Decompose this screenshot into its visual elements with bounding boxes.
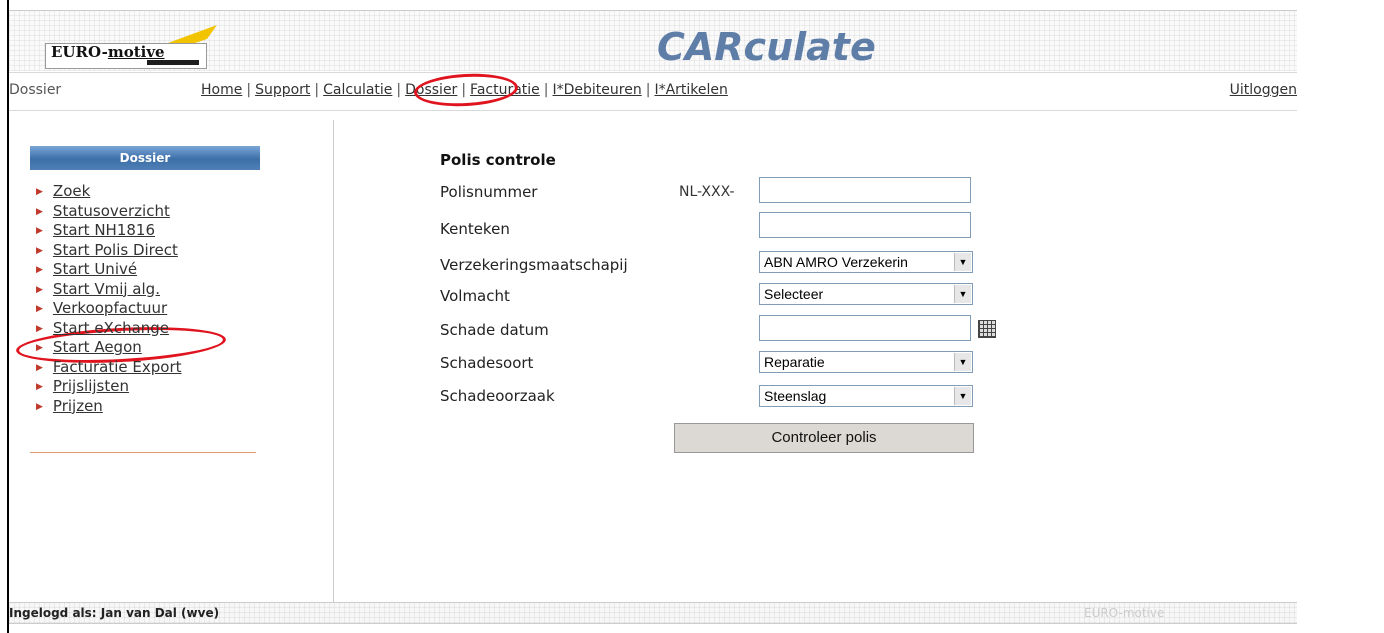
verzekeringsmaatschapij-value: ABN AMRO Verzekerin: [764, 254, 908, 270]
sidebar-item-label[interactable]: Start NH1816: [53, 221, 155, 239]
sidebar-header: Dossier: [30, 146, 260, 170]
controleer-polis-button[interactable]: Controleer polis: [674, 423, 974, 453]
nav-section-label: Dossier: [9, 82, 62, 98]
nav-links: Home | Support | Calculatie | Dossier | Facturat…: [201, 82, 728, 98]
bullet-arrow-icon: ▶: [36, 343, 43, 353]
verzekeringsmaatschapij-select[interactable]: ABN AMRO Verzekerin ▼: [759, 251, 973, 273]
sidebar-item-label[interactable]: Start Aegon: [53, 338, 142, 356]
logo-text: EURO-motive: [51, 43, 165, 61]
bullet-arrow-icon: ▶: [36, 265, 43, 275]
bullet-arrow-icon: ▶: [36, 304, 43, 314]
app-title: CARculate: [657, 25, 876, 69]
schadeoorzaak-select[interactable]: Steenslag ▼: [759, 385, 973, 407]
dropdown-arrow-icon[interactable]: ▼: [954, 353, 971, 371]
sidebar-divider-rule: [30, 452, 256, 453]
sidebar-item-start-exchange[interactable]: ▶ Start eXchange: [36, 319, 182, 339]
navbar: Dossier Home | Support | Calculatie | Dossier |…: [9, 72, 1297, 111]
sidebar-item-verkoopfactuur[interactable]: ▶ Verkoopfactuur: [36, 299, 182, 319]
sidebar-item-start-vmij[interactable]: ▶ Start Vmij alg.: [36, 280, 182, 300]
sidebar-item-label[interactable]: Facturatie Export: [53, 358, 182, 376]
sidebar-item-prijslijsten[interactable]: ▶ Prijslijsten: [36, 377, 182, 397]
nav-separator: |: [645, 82, 651, 98]
bullet-arrow-icon: ▶: [36, 226, 43, 236]
sidebar-menu: ▶ Zoek ▶ Statusoverzicht ▶ Start NH1816 ▶ St…: [36, 182, 182, 416]
logo-text-euro: EURO-: [51, 43, 108, 61]
schadeoorzaak-label: Schadeoorzaak: [440, 387, 555, 405]
sidebar-item-start-aegon[interactable]: ▶ Start Aegon: [36, 338, 182, 358]
sidebar-item-label[interactable]: Start Vmij alg.: [53, 280, 160, 298]
sidebar-item-start-polis-direct[interactable]: ▶ Start Polis Direct: [36, 241, 182, 261]
bullet-arrow-icon: ▶: [36, 382, 43, 392]
logo-tagline-bar: [147, 60, 199, 65]
schadesoort-label: Schadesoort: [440, 354, 534, 372]
sidebar-item-label[interactable]: Start Univé: [53, 260, 137, 278]
sidebar-item-label[interactable]: Zoek: [53, 182, 90, 200]
nav-link-debiteuren[interactable]: I*Debiteuren: [553, 82, 642, 98]
schade-datum-label: Schade datum: [440, 321, 549, 339]
sidebar-item-start-unive[interactable]: ▶ Start Univé: [36, 260, 182, 280]
nav-link-calculatie[interactable]: Calculatie: [323, 82, 392, 98]
calendar-icon[interactable]: [978, 320, 996, 338]
bullet-arrow-icon: ▶: [36, 206, 43, 217]
footer-brand: EURO-motive: [1084, 606, 1165, 620]
nav-link-artikelen[interactable]: I*Artikelen: [654, 82, 727, 98]
nav-link-dossier[interactable]: Dossier: [405, 82, 457, 98]
sidebar-item-label[interactable]: Statusoverzicht: [53, 202, 170, 220]
dropdown-arrow-icon[interactable]: ▼: [954, 253, 971, 271]
bullet-arrow-icon: ▶: [36, 284, 43, 295]
bullet-arrow-icon: ▶: [36, 323, 43, 334]
logout-link[interactable]: Uitloggen: [1230, 82, 1297, 98]
nav-separator: |: [396, 82, 402, 98]
dropdown-arrow-icon[interactable]: ▼: [954, 387, 971, 405]
sidebar-item-start-nh1816[interactable]: ▶ Start NH1816: [36, 221, 182, 241]
euro-motive-logo: EURO-motive: [37, 25, 217, 69]
logged-in-user: Ingelogd als: Jan van Dal (wve): [9, 606, 220, 620]
schadesoort-value: Reparatie: [764, 354, 825, 370]
schadesoort-select[interactable]: Reparatie ▼: [759, 351, 973, 373]
bullet-arrow-icon: ▶: [36, 245, 43, 256]
nav-link-home[interactable]: Home: [201, 82, 242, 98]
polisnummer-input[interactable]: [759, 177, 971, 203]
nav-separator: |: [246, 82, 252, 98]
kenteken-input[interactable]: [759, 212, 971, 238]
polisnummer-label: Polisnummer: [440, 183, 538, 201]
header: EURO-motive CARculate: [9, 10, 1297, 71]
nav-separator: |: [461, 82, 467, 98]
nav-separator: |: [314, 82, 320, 98]
sidebar-item-label[interactable]: Verkoopfactuur: [53, 299, 167, 317]
sidebar-item-statusoverzicht[interactable]: ▶ Statusoverzicht: [36, 202, 182, 222]
logo-text-motive: motive: [107, 43, 165, 61]
schadeoorzaak-value: Steenslag: [764, 388, 827, 404]
kenteken-label: Kenteken: [440, 220, 510, 238]
sidebar-item-label[interactable]: Prijslijsten: [53, 377, 129, 395]
sidebar-item-label[interactable]: Start eXchange: [53, 319, 169, 337]
form-title: Polis controle: [440, 151, 556, 169]
sidebar-item-prijzen[interactable]: ▶ Prijzen: [36, 397, 182, 417]
volmacht-value: Selecteer: [764, 286, 824, 302]
sidebar-item-facturatie-export[interactable]: ▶ Facturatie Export: [36, 358, 182, 378]
bullet-arrow-icon: ▶: [36, 401, 43, 412]
nav-separator: |: [543, 82, 549, 98]
sidebar-item-zoek[interactable]: ▶ Zoek: [36, 182, 182, 202]
content-divider: [333, 120, 334, 602]
sidebar-item-label[interactable]: Start Polis Direct: [53, 241, 178, 259]
dropdown-arrow-icon[interactable]: ▼: [954, 285, 971, 303]
page: EURO-motive CARculate Dossier Home | Suppo…: [0, 0, 1384, 633]
volmacht-label: Volmacht: [440, 287, 510, 305]
verzekeringsmaatschapij-label: Verzekeringsmaatschapij: [440, 256, 628, 274]
polisnummer-prefix: NL-XXX-: [679, 184, 735, 200]
bullet-arrow-icon: ▶: [36, 187, 43, 197]
schade-datum-input[interactable]: [759, 315, 971, 341]
sidebar-item-label[interactable]: Prijzen: [53, 397, 103, 415]
nav-link-facturatie[interactable]: Facturatie: [470, 82, 540, 98]
bullet-arrow-icon: ▶: [36, 362, 43, 373]
volmacht-select[interactable]: Selecteer ▼: [759, 283, 973, 305]
nav-link-support[interactable]: Support: [255, 82, 310, 98]
footer: Ingelogd als: Jan van Dal (wve) EURO-mot…: [9, 602, 1297, 624]
